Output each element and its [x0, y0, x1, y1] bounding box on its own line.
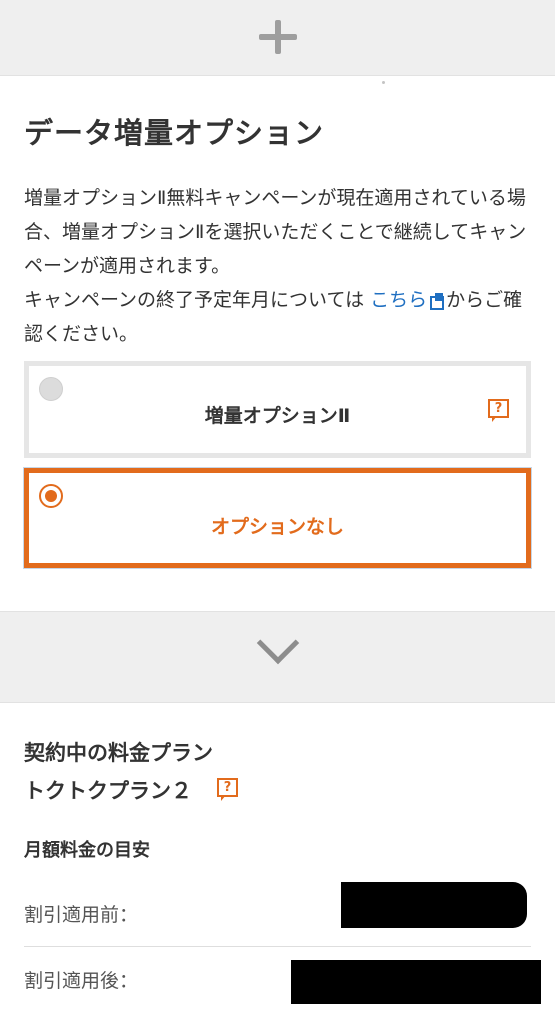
- campaign-link-text[interactable]: こちら: [370, 289, 427, 311]
- fee-before-discount-label: 割引適用前：: [24, 904, 139, 926]
- option-label-none: オプションなし: [210, 516, 344, 538]
- description-line1: 増量オプションⅡ無料キャンペーンが現在適用されている場合、増量オプションⅡを選択…: [24, 187, 527, 277]
- question-bubble-icon[interactable]: ?: [217, 778, 238, 802]
- fee-divider: [24, 946, 531, 947]
- plus-icon[interactable]: [259, 20, 297, 54]
- redacted-fee-after: [291, 960, 541, 1004]
- fee-after-discount-label: 割引適用後：: [24, 970, 139, 992]
- fee-heading: 月額料金の目安: [24, 840, 150, 861]
- radio-zoryo2[interactable]: [39, 377, 63, 401]
- option-card-none[interactable]: オプションなし: [24, 468, 531, 568]
- expand-band-top[interactable]: [0, 0, 555, 76]
- external-link-icon[interactable]: [430, 293, 445, 310]
- radio-none[interactable]: [39, 484, 63, 508]
- option-label-zoryo2: 増量オプションⅡ: [204, 405, 351, 427]
- help-bubble-tail: [492, 416, 497, 422]
- redacted-fee-before: [341, 882, 527, 928]
- decorative-dot: [382, 81, 385, 84]
- question-bubble-icon[interactable]: ?: [488, 399, 509, 423]
- campaign-link[interactable]: こちら: [370, 289, 446, 311]
- section-title: データ増量オプション: [24, 116, 325, 150]
- help-bubble-tail: [221, 795, 226, 801]
- plan-name: トクトクプラン２: [24, 779, 192, 803]
- section-description: 増量オプションⅡ無料キャンペーンが現在適用されている場合、増量オプションⅡを選択…: [24, 181, 536, 351]
- option-card-zoryo2[interactable]: 増量オプションⅡ ?: [24, 361, 531, 458]
- description-line2-prefix: キャンペーンの終了予定年月については: [24, 289, 365, 311]
- plan-heading: 契約中の料金プラン: [24, 741, 213, 765]
